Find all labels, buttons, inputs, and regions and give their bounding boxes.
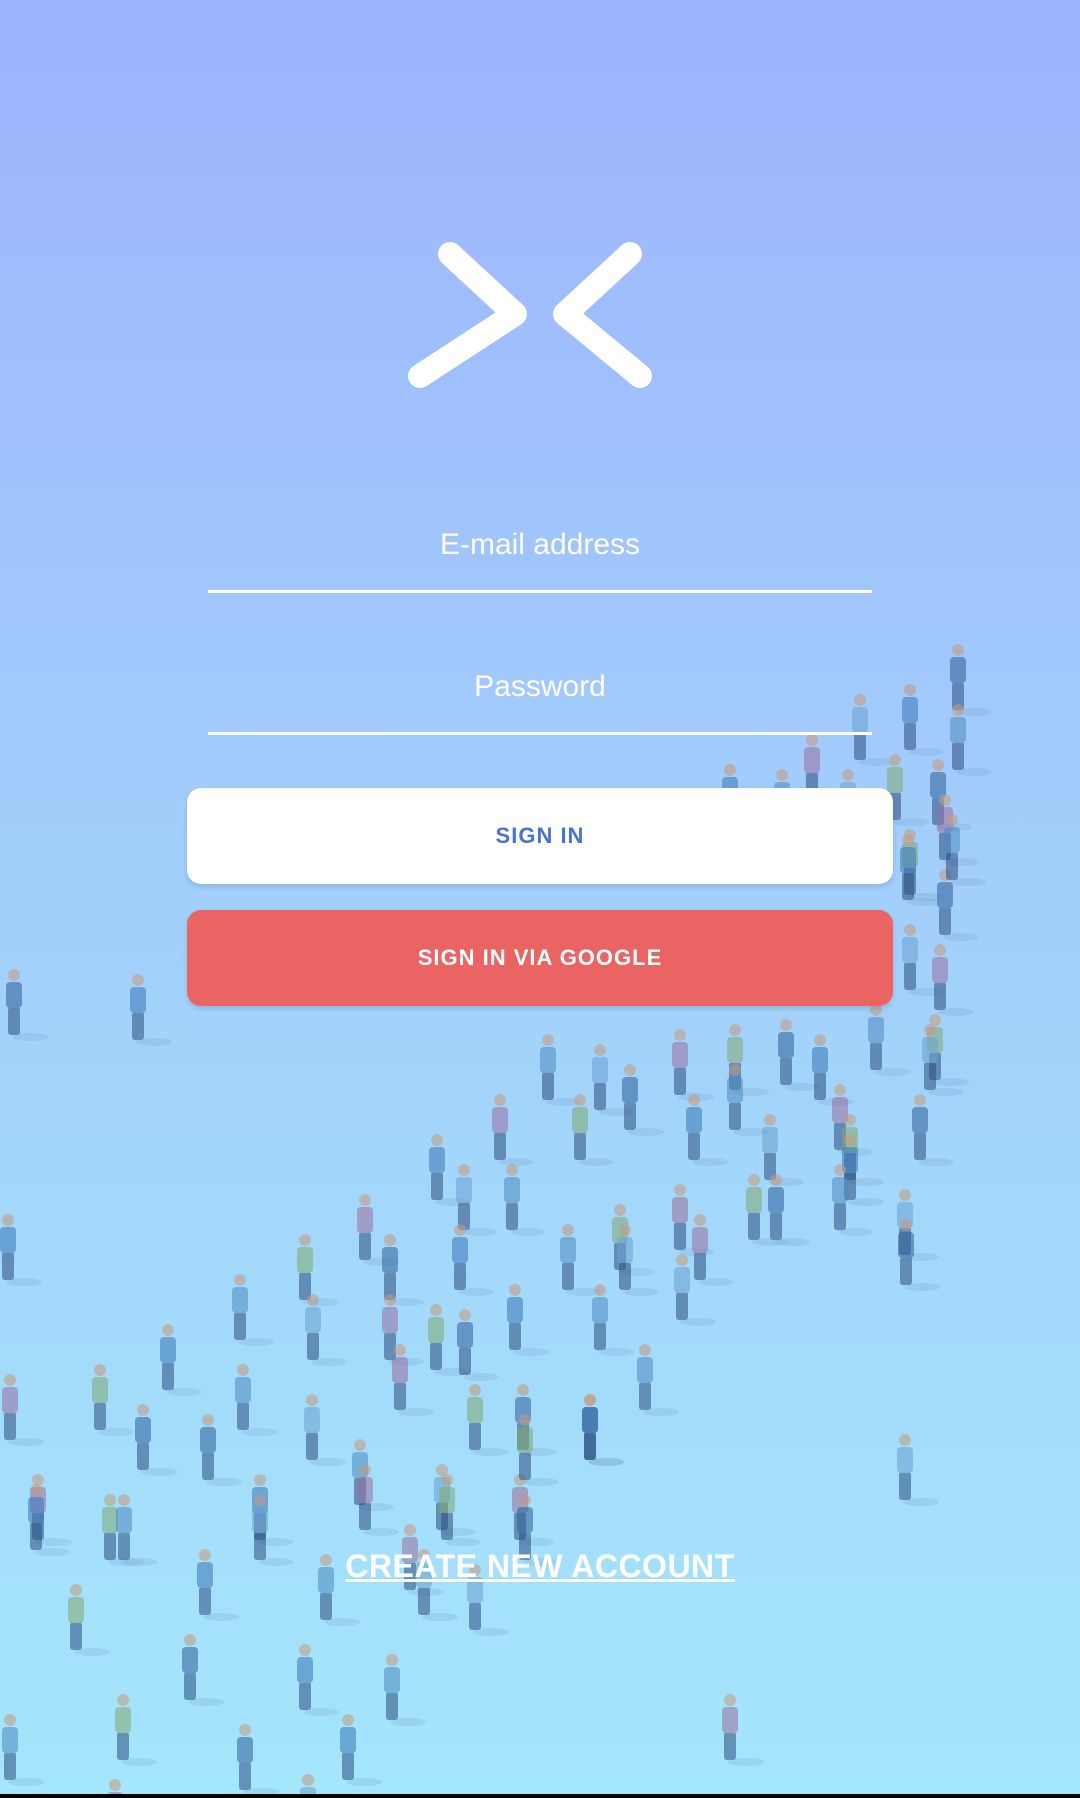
crowd-person <box>637 1344 679 1416</box>
crowd-person <box>357 1464 399 1536</box>
crowd-person <box>232 1274 274 1346</box>
crowd-person <box>504 1164 546 1236</box>
crowd-person <box>130 974 172 1046</box>
email-input[interactable] <box>208 513 872 577</box>
crowd-person <box>6 969 48 1041</box>
crowd-person <box>68 1584 110 1656</box>
crowd-person <box>297 1644 339 1716</box>
crowd-person <box>842 1134 884 1206</box>
crowd-person <box>672 1029 714 1101</box>
crowd-person <box>297 1234 339 1306</box>
crowd-person <box>902 684 944 756</box>
logo-icon <box>408 242 652 388</box>
crowd-person <box>107 1779 123 1794</box>
password-input[interactable] <box>208 655 872 719</box>
crowd-person <box>540 1034 582 1106</box>
login-screen: SIGN IN SIGN IN VIA GOOGLE CREATE NEW AC… <box>0 0 1080 1794</box>
crowd-person <box>887 754 929 826</box>
crowd-person <box>384 1654 426 1726</box>
crowd-person <box>92 1364 134 1436</box>
crowd-person <box>617 1224 659 1296</box>
crowd-person <box>868 1004 910 1076</box>
crowd-person <box>692 1214 734 1286</box>
sign-in-button[interactable]: SIGN IN <box>187 788 893 884</box>
crowd-person <box>912 1094 954 1166</box>
crowd-person <box>762 1114 804 1186</box>
crowd-person <box>0 1214 42 1286</box>
bottom-edge <box>0 1794 1080 1798</box>
crowd-person <box>304 1394 346 1466</box>
crowd-person <box>582 1394 624 1466</box>
crowd-person <box>160 1324 202 1396</box>
crowd-person <box>115 1694 157 1766</box>
crowd-person <box>235 1364 277 1436</box>
email-field[interactable] <box>208 513 872 593</box>
crowd-person <box>622 1064 664 1136</box>
crowd-person <box>457 1309 499 1381</box>
crowd-person <box>560 1224 602 1296</box>
crowd-person <box>727 1064 769 1136</box>
crowd-person <box>340 1714 382 1786</box>
password-underline <box>208 732 872 735</box>
crowd-person <box>812 1034 854 1106</box>
crowd-person <box>932 944 974 1016</box>
password-field[interactable] <box>208 655 872 735</box>
crowd-person <box>507 1284 549 1356</box>
crowd-person <box>2 1374 44 1446</box>
crowd-person <box>200 1414 242 1486</box>
crowd-person <box>300 1774 316 1794</box>
crowd-person <box>135 1404 177 1476</box>
crowd-person <box>2 1714 44 1786</box>
crowd-person <box>572 1094 614 1166</box>
email-underline <box>208 590 872 593</box>
crowd-person <box>592 1284 634 1356</box>
crowd-person <box>686 1094 728 1166</box>
crowd-person <box>392 1344 434 1416</box>
crowd-person <box>237 1724 279 1794</box>
crowd-person <box>182 1634 224 1706</box>
sign-in-google-button[interactable]: SIGN IN VIA GOOGLE <box>187 910 893 1006</box>
crowd-person <box>467 1384 509 1456</box>
crowd-person <box>722 1694 764 1766</box>
create-account-link[interactable]: CREATE NEW ACCOUNT <box>0 1548 1080 1585</box>
crowd-person <box>897 1434 939 1506</box>
crowd-person <box>492 1094 534 1166</box>
